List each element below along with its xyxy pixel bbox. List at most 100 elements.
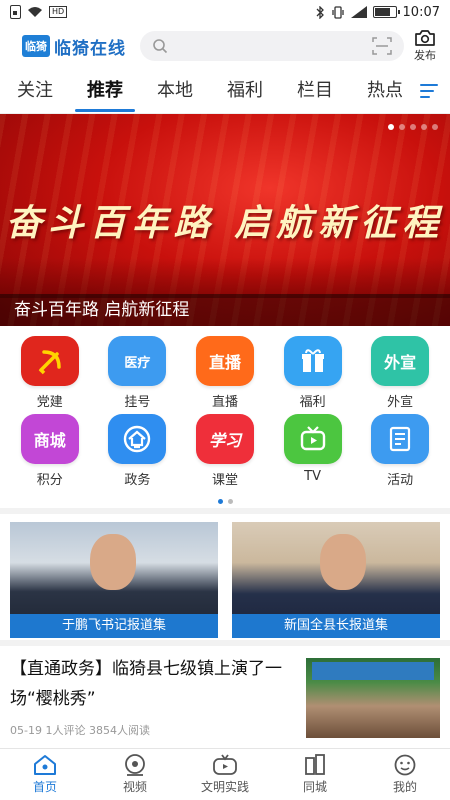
feature-cards: 于鹏飞书记报道集 新国全县长报道集	[0, 514, 450, 640]
service-label: 积分	[36, 473, 63, 488]
gift-icon	[283, 336, 342, 386]
nav-label: 文明实践	[200, 780, 249, 794]
card-caption: 于鹏飞书记报道集	[10, 614, 218, 638]
page-dot	[217, 499, 223, 504]
category-tabs: 关注 推荐 本地 福利 栏目 热点	[0, 68, 450, 114]
service-label: TV	[304, 469, 321, 484]
search-input[interactable]	[174, 38, 372, 54]
news-item[interactable]: 【直通政务】临猗县七级镇上演了一场“樱桃秀” 05-19 1人评论 3854人阅…	[0, 646, 450, 748]
tab-recommended[interactable]: 推荐	[70, 68, 140, 114]
service-register[interactable]: 医疗 挂号	[102, 336, 172, 410]
clock: 10:07	[402, 4, 440, 20]
nav-same-city[interactable]: 同城	[270, 749, 360, 800]
status-bar: HD 10:07	[0, 0, 450, 24]
government-icon	[108, 414, 167, 464]
banner-skyline	[0, 258, 450, 298]
party-emblem-icon	[20, 336, 79, 386]
card-caption: 新国全县长报道集	[232, 614, 440, 638]
banner-headline: 奋斗百年路 启航新征程	[5, 202, 445, 244]
carousel-dot	[421, 124, 427, 130]
search-icon	[153, 39, 168, 54]
service-government[interactable]: 政务	[102, 414, 172, 488]
tab-columns[interactable]: 栏目	[280, 68, 350, 114]
carousel-indicator	[388, 124, 438, 130]
channel-menu-icon[interactable]	[420, 80, 438, 102]
tab-welfare[interactable]: 福利	[210, 68, 280, 114]
service-activity[interactable]: 活动	[365, 414, 435, 488]
search-bar[interactable]	[140, 31, 404, 61]
page-dot	[227, 499, 233, 504]
city-icon	[305, 754, 325, 775]
nav-video[interactable]: 视频	[90, 749, 180, 800]
video-icon	[125, 754, 145, 776]
banner-carousel[interactable]: 奋斗百年路 启航新征程 奋斗百年路 启航新征程	[0, 114, 450, 326]
mall-icon: 商城	[20, 414, 79, 464]
service-live[interactable]: 直播 直播	[190, 336, 260, 410]
scan-icon[interactable]	[372, 37, 392, 55]
app-header: 临猗 临猗在线 发布	[0, 24, 450, 68]
publicity-icon: 外宣	[371, 336, 430, 386]
service-points[interactable]: 商城 积分	[15, 414, 85, 488]
news-meta: 05-19 1人评论 3854人阅读	[10, 722, 298, 738]
medical-icon: 医疗	[108, 336, 167, 386]
service-grid: 党建 医疗 挂号 直播 直播 福利 外宣 外宣 商城 积分 政务 学习 课堂 T…	[0, 326, 450, 508]
carousel-dot	[410, 124, 416, 130]
service-label: 外宣	[387, 395, 414, 410]
app-name: 临猗在线	[54, 38, 126, 59]
service-classroom[interactable]: 学习 课堂	[190, 414, 260, 488]
activity-icon	[371, 414, 430, 464]
signal-icon	[350, 6, 367, 18]
feature-card-county-head[interactable]: 新国全县长报道集	[232, 522, 440, 638]
study-icon: 学习	[195, 414, 254, 464]
portrait	[320, 534, 366, 590]
vibrate-icon	[331, 5, 344, 19]
live-icon: 直播	[195, 336, 254, 386]
tab-local[interactable]: 本地	[140, 68, 210, 114]
nav-profile[interactable]: 我的	[360, 749, 450, 800]
tab-hot[interactable]: 热点	[350, 68, 420, 114]
service-label: 政务	[124, 473, 151, 488]
news-title: 【直通政务】临猗县七级镇上演了一场“樱桃秀”	[10, 659, 282, 709]
nav-label: 视频	[122, 780, 147, 794]
nav-civilization-practice[interactable]: 文明实践	[180, 749, 270, 800]
nav-label: 我的	[392, 780, 417, 794]
service-label: 课堂	[211, 473, 238, 488]
bottom-nav: 首页 视频 文明实践 同城 我的	[0, 748, 450, 800]
hd-badge: HD	[49, 6, 68, 18]
tab-follow[interactable]: 关注	[0, 68, 70, 114]
service-label: 福利	[299, 395, 326, 410]
news-comments: 1人评论	[45, 724, 86, 737]
service-label: 党建	[36, 395, 63, 410]
nav-label: 同城	[302, 780, 327, 794]
service-tv[interactable]: TV	[278, 414, 348, 488]
nav-label: 首页	[32, 780, 57, 794]
carousel-dot	[399, 124, 405, 130]
news-thumbnail	[306, 658, 440, 738]
service-label: 挂号	[124, 395, 151, 410]
feature-card-secretary[interactable]: 于鹏飞书记报道集	[10, 522, 218, 638]
camera-icon	[415, 30, 435, 46]
carousel-dot	[432, 124, 438, 130]
service-label: 活动	[387, 473, 414, 488]
carousel-dot	[388, 124, 394, 130]
sim-card-icon	[10, 5, 21, 19]
news-reads: 3854人阅读	[88, 724, 150, 737]
profile-icon	[394, 754, 416, 776]
app-logo[interactable]: 临猗 临猗在线	[22, 34, 126, 59]
news-date: 05-19	[10, 724, 42, 737]
publish-button[interactable]: 发布	[414, 29, 436, 63]
service-publicity[interactable]: 外宣 外宣	[365, 336, 435, 410]
tv-icon	[283, 414, 342, 464]
battery-icon	[372, 6, 400, 18]
nav-home[interactable]: 首页	[0, 749, 90, 800]
service-party[interactable]: 党建	[15, 336, 85, 410]
grid-page-indicator	[0, 499, 450, 504]
portrait	[90, 534, 136, 590]
bluetooth-icon	[316, 5, 324, 19]
service-welfare[interactable]: 福利	[278, 336, 348, 410]
publish-label: 发布	[414, 49, 436, 62]
home-icon	[34, 755, 56, 775]
practice-icon	[213, 754, 237, 775]
wifi-icon	[28, 7, 42, 17]
banner-caption: 奋斗百年路 启航新征程	[0, 294, 450, 326]
